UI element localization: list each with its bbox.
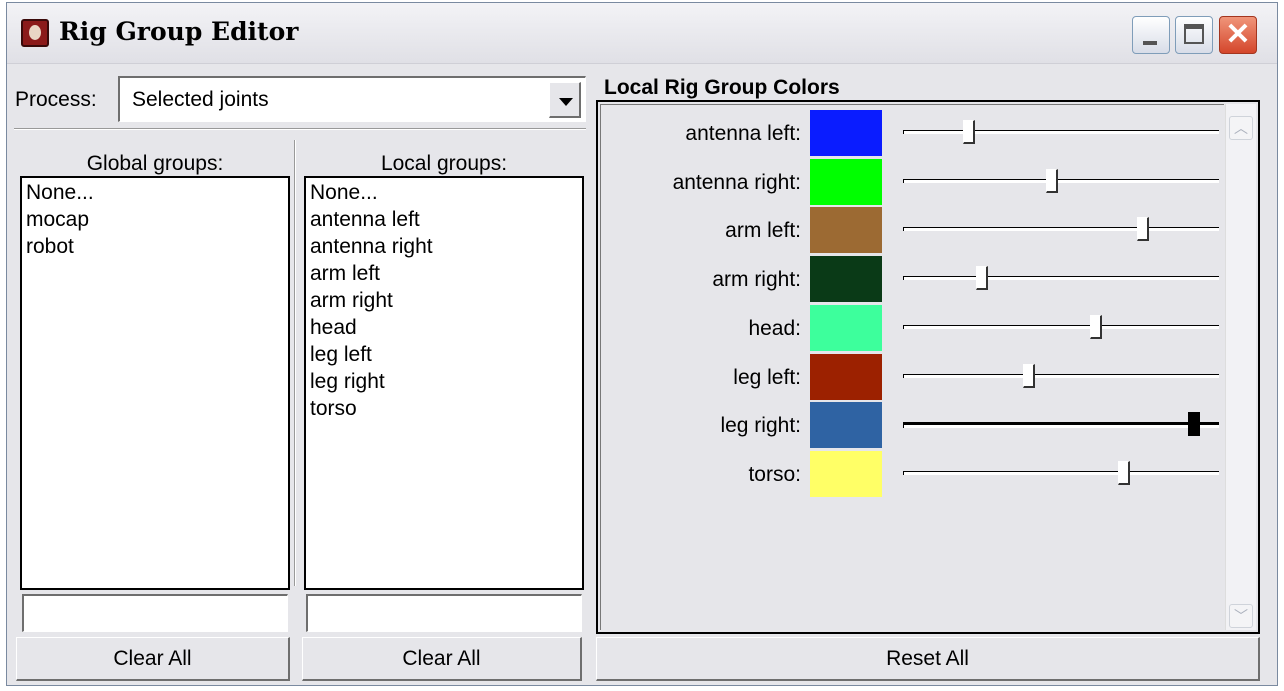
color-rows-container: antenna left: antenna right: arm left: arm … (600, 104, 1224, 630)
list-item[interactable]: None... (26, 179, 284, 206)
color-swatch[interactable] (810, 353, 882, 400)
local-rig-group-colors-title: Local Rig Group Colors (604, 76, 840, 99)
list-item[interactable]: antenna right (310, 233, 578, 260)
color-swatch[interactable] (810, 450, 882, 497)
list-item[interactable]: torso (310, 395, 578, 422)
close-icon: ✕ (1225, 18, 1251, 51)
list-item[interactable]: head (310, 314, 578, 341)
slider-handle[interactable] (976, 266, 988, 291)
scroll-up-icon[interactable]: ︿ (1229, 116, 1253, 140)
list-item[interactable]: robot (26, 233, 284, 260)
local-groups-filter-input[interactable] (306, 594, 582, 632)
list-item[interactable]: arm right (310, 287, 578, 314)
color-row-label: arm right: (712, 268, 801, 292)
slider-handle[interactable] (1187, 412, 1200, 437)
list-item[interactable]: mocap (26, 206, 284, 233)
slider-handle[interactable] (1023, 363, 1036, 388)
reset-all-button[interactable]: Reset All (596, 637, 1260, 681)
app-icon (21, 19, 49, 47)
color-slider-track[interactable] (903, 422, 1219, 429)
slider-handle[interactable] (1089, 314, 1102, 339)
color-row-label: antenna right: (672, 170, 801, 194)
list-item[interactable]: antenna left (310, 206, 578, 233)
divider (294, 140, 296, 586)
slider-handle[interactable] (1137, 217, 1150, 242)
divider (14, 128, 586, 130)
rig-group-colors-panel: antenna left: antenna right: arm left: arm … (596, 100, 1260, 634)
color-slider-track[interactable] (903, 276, 1219, 281)
window-title: Rig Group Editor (59, 17, 299, 46)
color-slider-track[interactable] (903, 178, 1219, 183)
color-row-label: leg right: (720, 414, 801, 438)
color-row-label: head: (748, 316, 801, 340)
color-row-label: leg left: (733, 365, 801, 389)
vertical-scrollbar[interactable]: ︿ ﹀ (1225, 104, 1256, 630)
list-item[interactable]: leg left (310, 341, 578, 368)
color-swatch[interactable] (810, 110, 882, 156)
maximize-button[interactable] (1175, 16, 1213, 54)
local-clear-all-button[interactable]: Clear All (302, 637, 582, 681)
list-item[interactable]: arm left (310, 260, 578, 287)
color-slider-track[interactable] (903, 470, 1219, 475)
color-slider-track[interactable] (903, 324, 1219, 329)
color-swatch[interactable] (810, 158, 882, 205)
scroll-down-icon[interactable]: ﹀ (1229, 604, 1253, 628)
process-dropdown[interactable]: Selected joints (118, 76, 586, 122)
color-slider-track[interactable] (903, 227, 1219, 232)
slider-handle[interactable] (1045, 168, 1058, 193)
minimize-button[interactable] (1132, 16, 1170, 54)
color-swatch[interactable] (810, 207, 882, 254)
slider-handle[interactable] (1118, 460, 1131, 485)
color-row-label: arm left: (725, 219, 801, 243)
global-clear-all-button[interactable]: Clear All (16, 637, 290, 681)
chevron-down-icon[interactable] (549, 82, 581, 118)
color-slider-track[interactable] (903, 373, 1219, 378)
process-label: Process: (15, 88, 97, 111)
local-groups-list[interactable]: None... antenna left antenna right arm l… (304, 176, 584, 590)
color-swatch[interactable] (810, 304, 882, 351)
list-item[interactable]: leg right (310, 368, 578, 395)
color-swatch[interactable] (810, 402, 882, 449)
color-row-label: torso: (748, 462, 801, 486)
slider-handle[interactable] (963, 120, 976, 144)
list-item[interactable]: None... (310, 179, 578, 206)
global-groups-header: Global groups: (86, 152, 224, 175)
local-groups-header: Local groups: (380, 152, 508, 175)
title-bar[interactable]: Rig Group Editor ✕ (7, 3, 1277, 64)
global-groups-list[interactable]: None... mocap robot (20, 176, 290, 590)
close-button[interactable]: ✕ (1219, 16, 1257, 54)
process-value: Selected joints (132, 88, 269, 111)
color-slider-track[interactable] (903, 130, 1219, 134)
color-swatch[interactable] (810, 256, 882, 303)
global-groups-filter-input[interactable] (22, 594, 288, 632)
color-row-label: antenna left: (685, 122, 801, 145)
